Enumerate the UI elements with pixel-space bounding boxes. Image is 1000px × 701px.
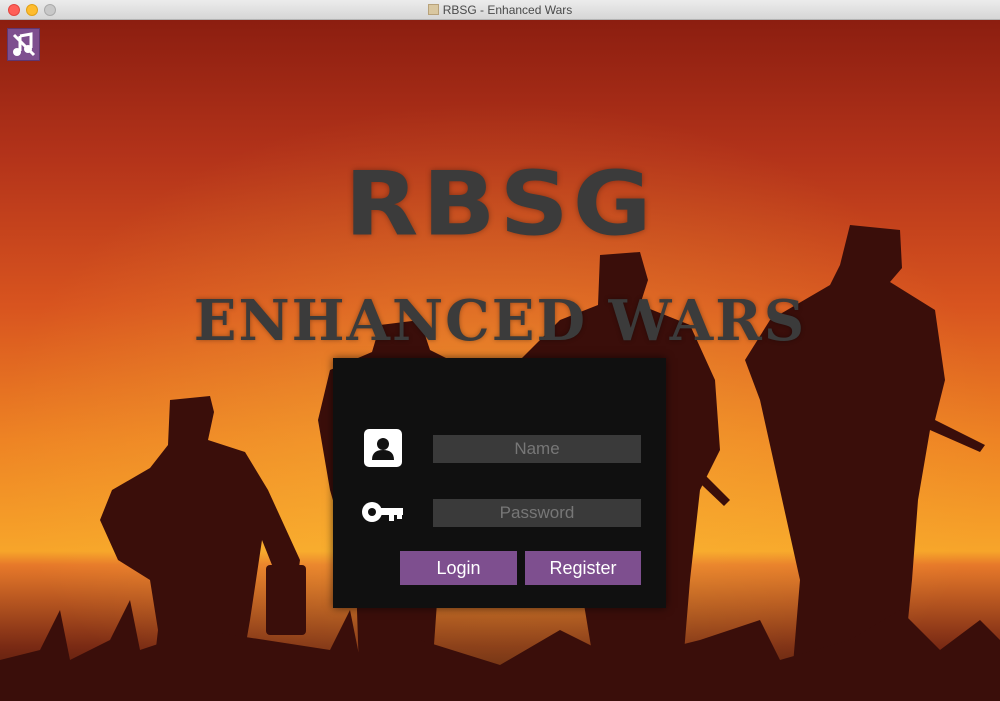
key-icon: [361, 499, 405, 525]
password-input[interactable]: [433, 499, 641, 527]
login-panel: Login Register: [333, 358, 666, 608]
register-button[interactable]: Register: [525, 551, 641, 585]
user-icon: [364, 429, 402, 467]
logo-enhanced-wars: ENHANCED WARS: [193, 288, 807, 354]
logo-rbsg: RBSG: [344, 152, 656, 256]
window-title-container: RBSG - Enhanced Wars: [0, 3, 1000, 17]
window-titlebar: RBSG - Enhanced Wars: [0, 0, 1000, 20]
music-mute-button[interactable]: [7, 28, 40, 61]
window-title: RBSG - Enhanced Wars: [442, 3, 573, 17]
music-muted-icon: [12, 31, 35, 56]
login-button[interactable]: Login: [400, 551, 517, 585]
name-input[interactable]: [433, 435, 641, 463]
app-icon: [427, 4, 439, 15]
